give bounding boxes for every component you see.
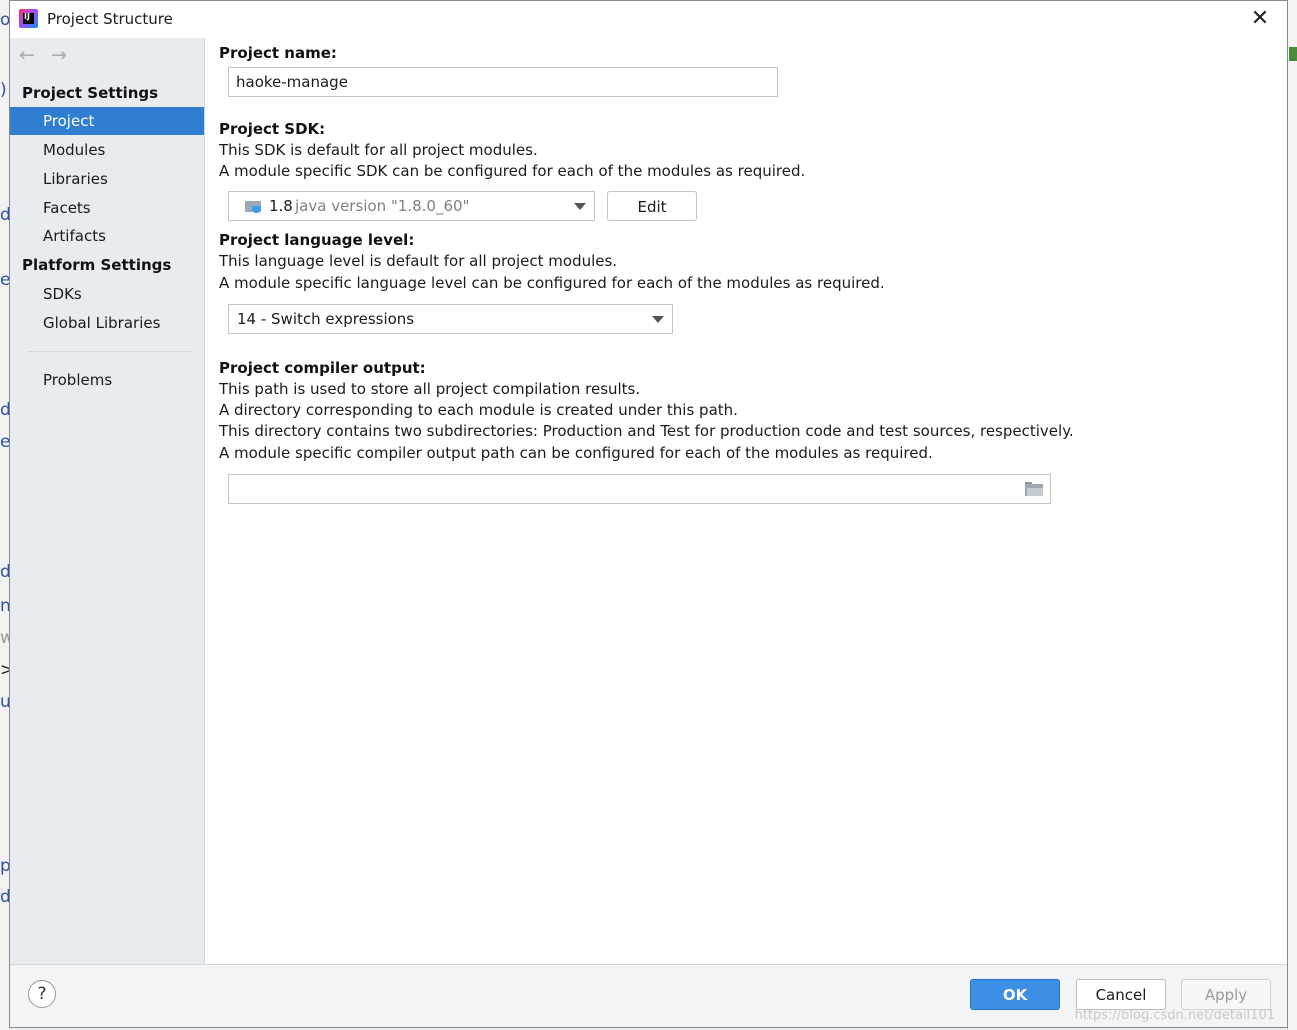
forward-arrow-icon[interactable]: → [51,44,67,66]
edit-sdk-button[interactable]: Edit [607,191,697,221]
sidebar: ← → Project Settings Project Modules Lib… [10,38,205,964]
background-ide-right-strip [1287,0,1297,1030]
sidebar-item-modules[interactable]: Modules [10,136,204,164]
language-level-label: Project language level: [219,231,415,249]
chevron-down-icon [652,316,664,323]
title-bar: IJ Project Structure ✕ [10,1,1287,38]
close-icon[interactable]: ✕ [1247,6,1273,32]
browse-folder-icon[interactable] [1025,482,1043,496]
sdk-version: 1.8 [269,197,293,215]
project-name-input[interactable] [228,67,778,97]
ok-button[interactable]: OK [970,979,1060,1010]
compiler-output-description-line: This directory contains two subdirectori… [219,422,1074,440]
platform-settings-heading: Platform Settings [22,256,172,274]
sidebar-item-libraries[interactable]: Libraries [10,165,204,193]
sidebar-item-sdks[interactable]: SDKs [10,280,204,308]
project-structure-dialog: IJ Project Structure ✕ ← → Project Setti… [9,0,1288,1028]
sdk-version-detail: java version "1.8.0_60" [295,197,470,215]
project-settings-panel: Project name: Project SDK: This SDK is d… [206,38,1287,964]
sidebar-divider [28,351,192,352]
language-level-value: 14 - Switch expressions [237,310,415,328]
chevron-down-icon [574,203,586,210]
language-level-description-line: This language level is default for all p… [219,252,618,270]
apply-button[interactable]: Apply [1181,979,1271,1010]
language-level-description-line: A module specific language level can be … [219,274,885,292]
help-icon[interactable]: ? [28,980,56,1008]
project-name-label: Project name: [219,44,337,62]
sdk-description-line: A module specific SDK can be configured … [219,162,806,180]
cancel-button[interactable]: Cancel [1076,979,1166,1010]
project-settings-heading: Project Settings [22,84,159,102]
intellij-logo-icon: IJ [19,9,38,28]
language-level-dropdown[interactable]: 14 - Switch expressions [228,304,673,334]
sidebar-item-facets[interactable]: Facets [10,194,204,222]
compiler-output-description-line: A module specific compiler output path c… [219,444,933,462]
compiler-output-description-line: This path is used to store all project c… [219,380,641,398]
sidebar-item-artifacts[interactable]: Artifacts [10,222,204,250]
project-sdk-label: Project SDK: [219,120,326,138]
compiler-output-label: Project compiler output: [219,359,426,377]
jdk-folder-icon [245,199,262,213]
run-marker-icon [1289,47,1297,61]
compiler-output-description-line: A directory corresponding to each module… [219,401,738,419]
bg-char: ) [0,80,7,100]
sidebar-item-problems[interactable]: Problems [10,366,204,394]
back-arrow-icon[interactable]: ← [19,44,35,66]
sdk-dropdown[interactable]: 1.8 java version "1.8.0_60" [228,191,595,221]
window-title: Project Structure [47,10,173,28]
sdk-description-line: This SDK is default for all project modu… [219,141,538,159]
compiler-output-path-input[interactable] [228,474,1051,504]
watermark: https://blog.csdn.net/detail101 [1074,1008,1275,1023]
sidebar-item-global-libraries[interactable]: Global Libraries [10,309,204,337]
sidebar-item-project[interactable]: Project [10,107,204,135]
dialog-button-bar: ? OK Cancel Apply https://blog.csdn.net/… [10,964,1287,1027]
background-ide-strip: o ) d e d e d n w > u p d [0,0,14,1030]
